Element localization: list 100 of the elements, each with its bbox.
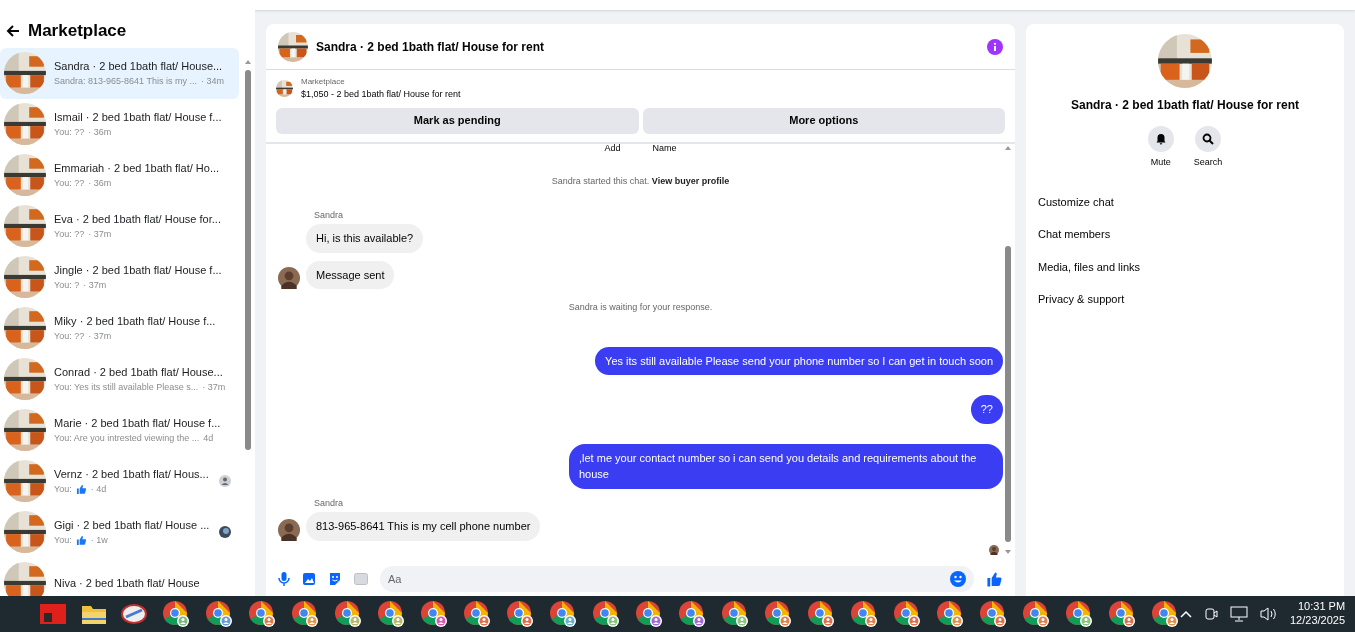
browser-icon[interactable]: [935, 599, 965, 629]
details-menu-item[interactable]: Privacy & support: [1038, 291, 1125, 308]
message-preview: You: Are you intrested viewing the ...: [54, 431, 200, 445]
message-preview: You: ??: [54, 176, 85, 190]
message-time: · 34m: [200, 74, 224, 88]
image-icon[interactable]: [302, 572, 316, 586]
thumbs-up-icon: [986, 570, 1003, 588]
conversation-title: Gigi · 2 bed 1bath flat/ House ...: [54, 518, 211, 533]
conversation-item[interactable]: Marie · 2 bed 1bath flat/ House f... You: Are you intrested viewing the ... 4d: [0, 404, 239, 456]
browser-icon[interactable]: [505, 599, 535, 629]
conversation-item[interactable]: Emmariah · 2 bed 1bath flat/ Ho... You: ?? · 36m: [0, 149, 239, 201]
browser-icon[interactable]: [978, 599, 1008, 629]
bell-icon: [1154, 133, 1167, 145]
speaker-icon[interactable]: [1260, 606, 1278, 622]
message-bubble: Yes its still available Please send your phone number so I can get in touch soon: [595, 346, 1003, 375]
browser-icon[interactable]: [677, 599, 707, 629]
page-title: Marketplace: [28, 20, 127, 42]
browser-icon[interactable]: [290, 599, 320, 629]
browser-icon[interactable]: [1150, 599, 1180, 629]
clock-date: 12/23/2025: [1290, 614, 1346, 628]
conversation-item[interactable]: Gigi · 2 bed 1bath flat/ House ... You: · 1w: [0, 506, 239, 558]
conversation-item[interactable]: Eva · 2 bed 1bath flat/ House for... You: ?? · 37m: [0, 200, 239, 252]
emoji-icon[interactable]: [950, 571, 966, 587]
conversation-item[interactable]: Sandra · 2 bed 1bath flat/ House... Sandra: 813-965-8641 This is my ... · 34m: [0, 47, 239, 99]
message-preview: Sandra: 813-965-8641 This is my ...: [54, 74, 197, 88]
chevron-up-icon[interactable]: [1180, 610, 1192, 618]
browser-icon[interactable]: [548, 599, 578, 629]
message-time: · 37m: [88, 329, 112, 343]
listing-title: $1,050 - 2 bed 1bath flat/ House for rent: [301, 88, 461, 101]
conversation-item[interactable]: Miky · 2 bed 1bath flat/ House f... You: ?? · 37m: [0, 302, 239, 354]
browser-icon[interactable]: [849, 599, 879, 629]
browser-icon[interactable]: [591, 599, 621, 629]
details-menu-item[interactable]: Media, files and links: [1038, 258, 1141, 275]
conversation-title: Sandra · 2 bed 1bath flat/ House...: [54, 59, 224, 74]
conversation-title: Ismail · 2 bed 1bath flat/ House f...: [54, 110, 223, 125]
browser-icon[interactable]: [376, 599, 406, 629]
person-icon: [219, 475, 231, 487]
listing-action-button[interactable]: Mark as pending: [276, 107, 639, 134]
conversation-title: Eva · 2 bed 1bath flat/ House for...: [54, 212, 222, 227]
message-preview: You: ??: [54, 227, 85, 241]
camera-icon[interactable]: [1204, 606, 1218, 622]
browser-icon[interactable]: [720, 599, 750, 629]
message-preview: You: ??: [54, 125, 85, 139]
listing-action-button[interactable]: More options: [642, 107, 1005, 134]
details-menu-item[interactable]: Chat members: [1038, 226, 1111, 243]
avatar-icon: [219, 526, 231, 538]
browser-icon[interactable]: [161, 599, 191, 629]
app-icon[interactable]: [120, 601, 148, 627]
scrollbar[interactable]: [244, 60, 252, 452]
chat-title: Sandra · 2 bed 1bath flat/ House for rent: [316, 38, 546, 56]
system-message: Sandra is waiting for your response.: [567, 301, 714, 314]
conversation-item[interactable]: Jingle · 2 bed 1bath flat/ House f... You: ? · 37m: [0, 251, 239, 303]
message-input[interactable]: Aa: [380, 566, 974, 592]
browser-icon[interactable]: [419, 599, 449, 629]
chat-shortcut-button[interactable]: Name: [652, 143, 677, 155]
avatar-icon: [278, 518, 300, 541]
browser-icon[interactable]: [892, 599, 922, 629]
scrollbar[interactable]: [1004, 145, 1012, 556]
browser-icon[interactable]: [333, 599, 363, 629]
microphone-icon[interactable]: [278, 572, 290, 586]
details-menu-item[interactable]: Customize chat: [1038, 193, 1114, 210]
folder-icon[interactable]: [81, 603, 107, 625]
browser-icon[interactable]: [462, 599, 492, 629]
thumbs-up-icon: [75, 534, 87, 546]
back-arrow-icon[interactable]: [6, 23, 20, 38]
message-preview: You: ?: [54, 278, 80, 292]
message-bubble: 813-965-8641 This is my cell phone number: [306, 512, 541, 541]
sender-name: Sandra: [314, 208, 345, 222]
conversation-item[interactable]: Vernz · 2 bed 1bath flat/ Hous... You: · 4d: [0, 455, 239, 507]
message-time: · 36m: [88, 125, 112, 139]
browser-icon[interactable]: [204, 599, 234, 629]
thumbs-up-icon: [75, 483, 87, 495]
chat-shortcut-button[interactable]: Add: [604, 143, 621, 155]
message-preview: You:: [54, 533, 72, 547]
conversation-title: Conrad · 2 bed 1bath flat/ House...: [54, 365, 224, 380]
message-preview: You: Yes its still available Please s...: [54, 380, 199, 394]
avatar-icon: [278, 267, 300, 289]
message-time: · 1w: [90, 533, 108, 547]
buyer-profile-link[interactable]: View buyer profile: [651, 176, 730, 186]
browser-icon[interactable]: [1107, 599, 1137, 629]
avatar-icon: [989, 544, 999, 555]
browser-icon[interactable]: [247, 599, 277, 629]
message-time: · 37m: [88, 227, 112, 241]
browser-icon[interactable]: [806, 599, 836, 629]
conversation-title: Emmariah · 2 bed 1bath flat/ Ho...: [54, 161, 221, 176]
conversation-title: Miky · 2 bed 1bath flat/ House f...: [54, 314, 217, 329]
browser-icon[interactable]: [634, 599, 664, 629]
sticker-icon[interactable]: [328, 572, 342, 586]
browser-icon[interactable]: [763, 599, 793, 629]
message-bubble: ??: [970, 395, 1003, 424]
listing-source: Marketplace: [301, 76, 346, 88]
network-icon[interactable]: [1230, 606, 1248, 622]
conversation-item[interactable]: Conrad · 2 bed 1bath flat/ House... You: Yes its still available Please s... · 37m: [0, 353, 239, 405]
browser-icon[interactable]: [1021, 599, 1051, 629]
info-icon[interactable]: [987, 38, 1003, 55]
browser-icon[interactable]: [1064, 599, 1094, 629]
conversation-item[interactable]: Ismail · 2 bed 1bath flat/ House f... You: ?? · 36m: [0, 98, 239, 150]
message-bubble: Message sent: [306, 260, 395, 289]
clock-time: 10:31 PM: [1297, 600, 1346, 614]
sender-name: Sandra: [314, 496, 345, 510]
